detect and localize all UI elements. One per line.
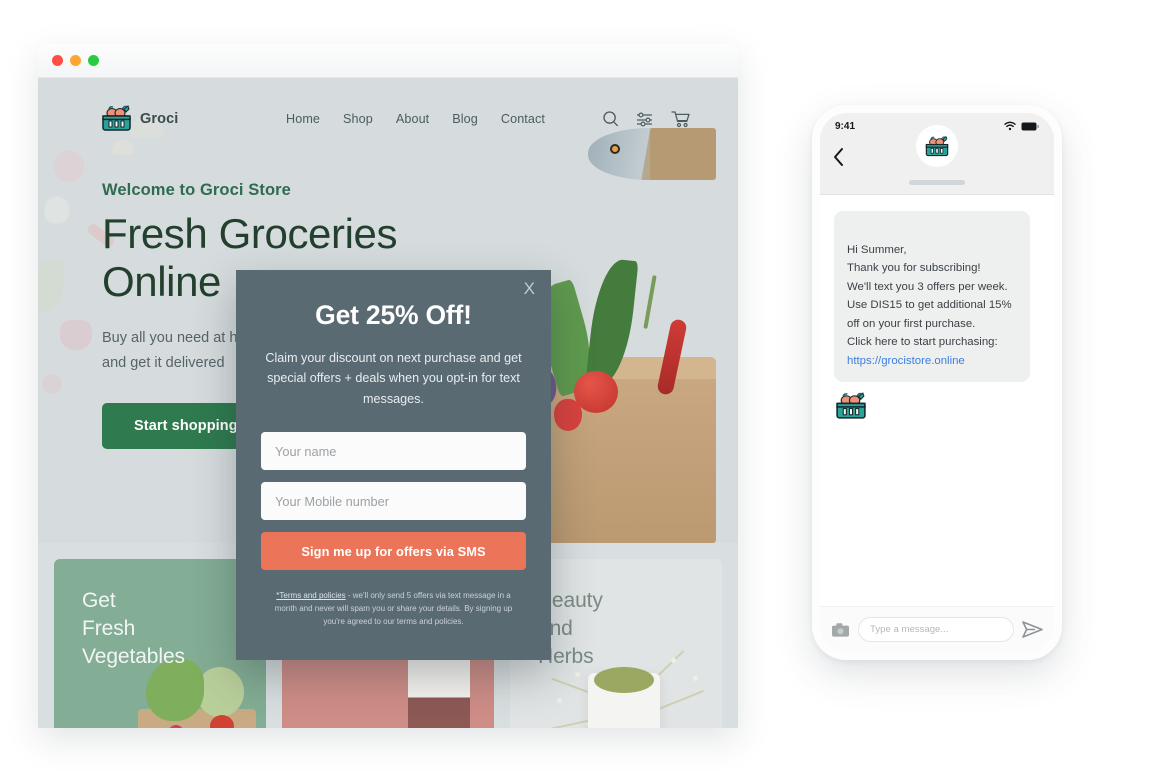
chat-message-link[interactable]: https://grocistore.online: [847, 355, 965, 367]
tomato-icon: [574, 371, 618, 413]
strawberry-icon: [554, 399, 582, 431]
brand-logo[interactable]: Groci: [100, 104, 178, 133]
battery-icon: [1021, 122, 1039, 130]
groci-basket-icon: [836, 391, 866, 419]
nav-link-contact[interactable]: Contact: [501, 112, 545, 126]
message-input-bar: [820, 606, 1054, 652]
phone-screen: 9:41 Hi Summer, Thank you for subscribin…: [820, 113, 1054, 652]
phone-mockup: 9:41 Hi Summer, Thank you for subscribin…: [812, 105, 1062, 660]
spinach-leaf-icon: [585, 257, 639, 387]
name-input[interactable]: [261, 432, 526, 471]
close-window-button[interactable]: [52, 55, 63, 66]
sms-signup-modal: X Get 25% Off! Claim your discount on ne…: [236, 270, 551, 660]
card-title: Beauty and Herbs: [538, 589, 603, 669]
chat-area: Hi Summer, Thank you for subscribing! We…: [820, 195, 1054, 606]
nav-link-about[interactable]: About: [396, 112, 429, 126]
sms-signup-button[interactable]: Sign me up for offers via SMS: [261, 532, 526, 571]
cart-icon[interactable]: [671, 110, 690, 128]
nav-icon-group: [602, 110, 690, 128]
page-root: Groci Home Shop About Blog Contact Welco…: [0, 0, 1172, 784]
terms-and-policies-link[interactable]: *Terms and policies: [276, 591, 345, 600]
nav-link-blog[interactable]: Blog: [452, 112, 478, 126]
close-icon[interactable]: X: [524, 279, 535, 299]
nav-link-shop[interactable]: Shop: [343, 112, 373, 126]
back-chevron-icon[interactable]: [833, 147, 845, 167]
chat-bubble-incoming: Hi Summer, Thank you for subscribing! We…: [834, 211, 1030, 382]
fish-wrapping-paper-icon: [650, 128, 716, 180]
send-icon[interactable]: [1022, 621, 1043, 638]
camera-icon[interactable]: [831, 622, 850, 638]
drag-handle: [909, 180, 965, 185]
chat-header-avatar: [916, 125, 958, 167]
mobile-number-input[interactable]: [261, 482, 526, 521]
fish-icon: [588, 128, 716, 180]
groci-basket-icon: [925, 135, 949, 156]
red-chili-icon: [656, 318, 688, 396]
bud-icon: [693, 676, 698, 681]
message-input[interactable]: [858, 617, 1014, 642]
modal-description: Claim your discount on next purchase and…: [265, 351, 522, 406]
minimize-window-button[interactable]: [70, 55, 81, 66]
phone-chat-header: [820, 125, 1054, 195]
browser-title-bar: [38, 44, 738, 78]
groci-basket-icon: [102, 105, 131, 131]
nav-links: Home Shop About Blog Contact: [286, 110, 690, 128]
status-time: 9:41: [835, 120, 856, 132]
brand-name: Groci: [140, 110, 179, 127]
modal-title: Get 25% Off!: [315, 300, 472, 330]
maximize-window-button[interactable]: [88, 55, 99, 66]
terms-and-policies-text: *Terms and policies - we'll only send 5 …: [261, 590, 526, 629]
paper-bag-icon: [524, 357, 716, 543]
fish-eye-icon: [610, 144, 620, 154]
card-fresh-vegetables[interactable]: Get Fresh Vegetables: [54, 559, 266, 728]
hero-eyebrow: Welcome to Groci Store: [102, 181, 291, 199]
bud-icon: [575, 672, 580, 677]
site-navbar: Groci Home Shop About Blog Contact: [38, 78, 738, 133]
search-icon[interactable]: [602, 110, 619, 127]
status-icon-group: [1004, 121, 1039, 131]
chat-message-text: Hi Summer, Thank you for subscribing! We…: [847, 243, 1012, 349]
bud-icon: [557, 698, 562, 703]
carrot-stem-icon: [643, 275, 657, 329]
chat-sender-avatar: [834, 391, 868, 425]
filter-icon[interactable]: [636, 111, 654, 127]
nav-link-home[interactable]: Home: [286, 112, 320, 126]
wifi-icon: [1004, 121, 1016, 131]
